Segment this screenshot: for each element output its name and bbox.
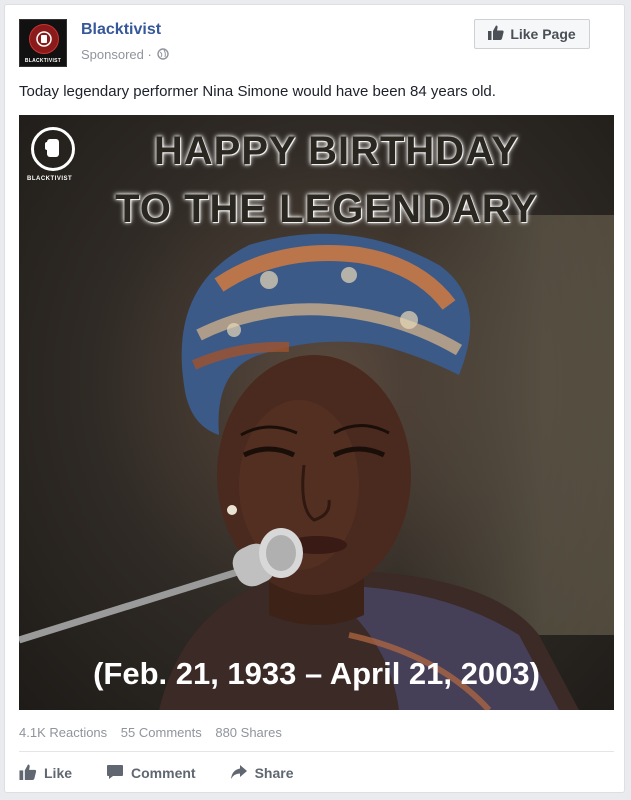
post-text: Today legendary performer Nina Simone wo…	[19, 83, 496, 100]
post-meta: Sponsored ·	[81, 47, 170, 63]
comment-button[interactable]: Comment	[106, 764, 196, 783]
comments-count[interactable]: 55 Comments	[121, 725, 202, 740]
meta-separator: ·	[147, 47, 152, 62]
headline-line-2: TO THE LEGENDARY	[115, 187, 538, 231]
thumbs-up-icon	[19, 764, 37, 783]
comment-bubble-icon	[106, 764, 124, 783]
page-name-link[interactable]: Blacktivist	[81, 21, 161, 39]
like-page-label: Like Page	[510, 26, 576, 42]
shares-count[interactable]: 880 Shares	[215, 725, 282, 740]
life-dates: (Feb. 21, 1933 – April 21, 2003)	[93, 656, 540, 691]
fist-logo-icon	[29, 24, 59, 54]
divider	[19, 751, 614, 752]
headline-line-1: HAPPY BIRTHDAY	[153, 129, 520, 173]
like-button[interactable]: Like	[19, 764, 72, 783]
share-arrow-icon	[230, 764, 248, 783]
avatar[interactable]: BLACKTIVIST	[19, 19, 67, 67]
globe-icon	[157, 48, 170, 63]
share-button[interactable]: Share	[230, 764, 294, 783]
share-label: Share	[254, 765, 294, 781]
thumbs-up-icon	[488, 25, 504, 43]
engagement-stats: 4.1K Reactions 55 Comments 880 Shares	[19, 725, 292, 740]
comment-label: Comment	[131, 765, 196, 781]
like-label: Like	[44, 765, 73, 781]
action-bar: Like Comment Share	[19, 761, 294, 785]
avatar-brand-text: BLACKTIVIST	[24, 58, 62, 64]
post-image[interactable]: BLACKTIVIST HAPPY BIRTHDAY TO THE LEGEND…	[19, 115, 614, 710]
sponsored-label[interactable]: Sponsored	[81, 47, 144, 62]
image-logo-text: BLACKTIVIST	[27, 176, 73, 182]
like-page-button[interactable]: Like Page	[474, 19, 590, 49]
reactions-count[interactable]: 4.1K Reactions	[19, 725, 107, 740]
post-card: BLACKTIVIST Blacktivist Sponsored · Like…	[4, 4, 625, 793]
post-header: BLACKTIVIST Blacktivist Sponsored · Like…	[19, 19, 614, 69]
